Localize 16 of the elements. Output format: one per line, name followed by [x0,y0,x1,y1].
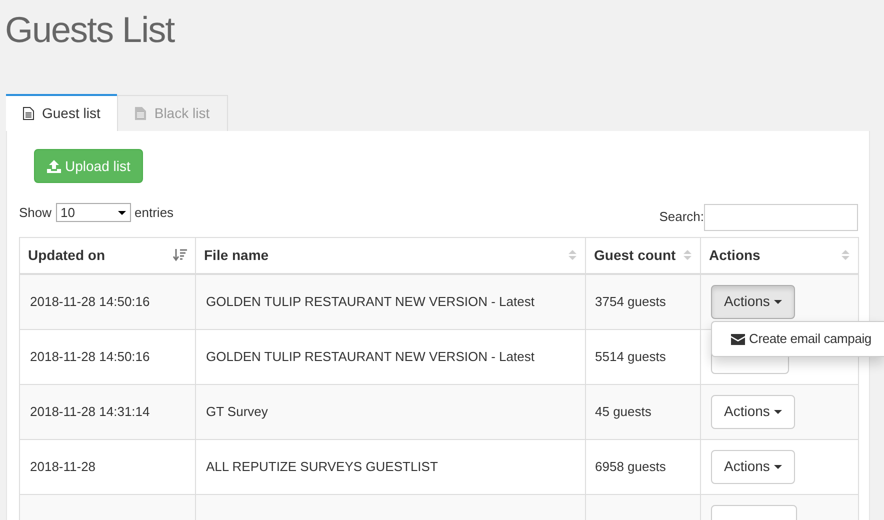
table-cell: ALL REPUTIZE SURVEYS GUESTLIST [206,458,438,474]
table-cell: 2018-11-28 14:50:16 [30,294,150,309]
show-label: Show [19,204,52,222]
entries-label: entries [134,204,174,222]
table-cell: GOLDEN TULIP RESTAURANT NEW VERSION - Latest [206,294,534,309]
table-cell: 3754 guests [595,294,666,309]
table-cell: 2018-11-28 14:31:14 [30,404,150,419]
table-cell: 2018-11-28 [30,458,96,474]
table-cell: 5514 guests [595,348,666,364]
search-label: Search: [659,208,704,226]
table-cell: 2018-11-28 14:50:16 [30,348,150,364]
table-cell: GOLDEN TULIP RESTAURANT NEW VERSION - Latest [206,348,534,364]
page-title: Guests List [4,8,176,52]
table-cell: 6958 guests [595,458,666,474]
table-cell: GT Survey [206,404,268,419]
table-cell: 45 guests [595,404,652,419]
